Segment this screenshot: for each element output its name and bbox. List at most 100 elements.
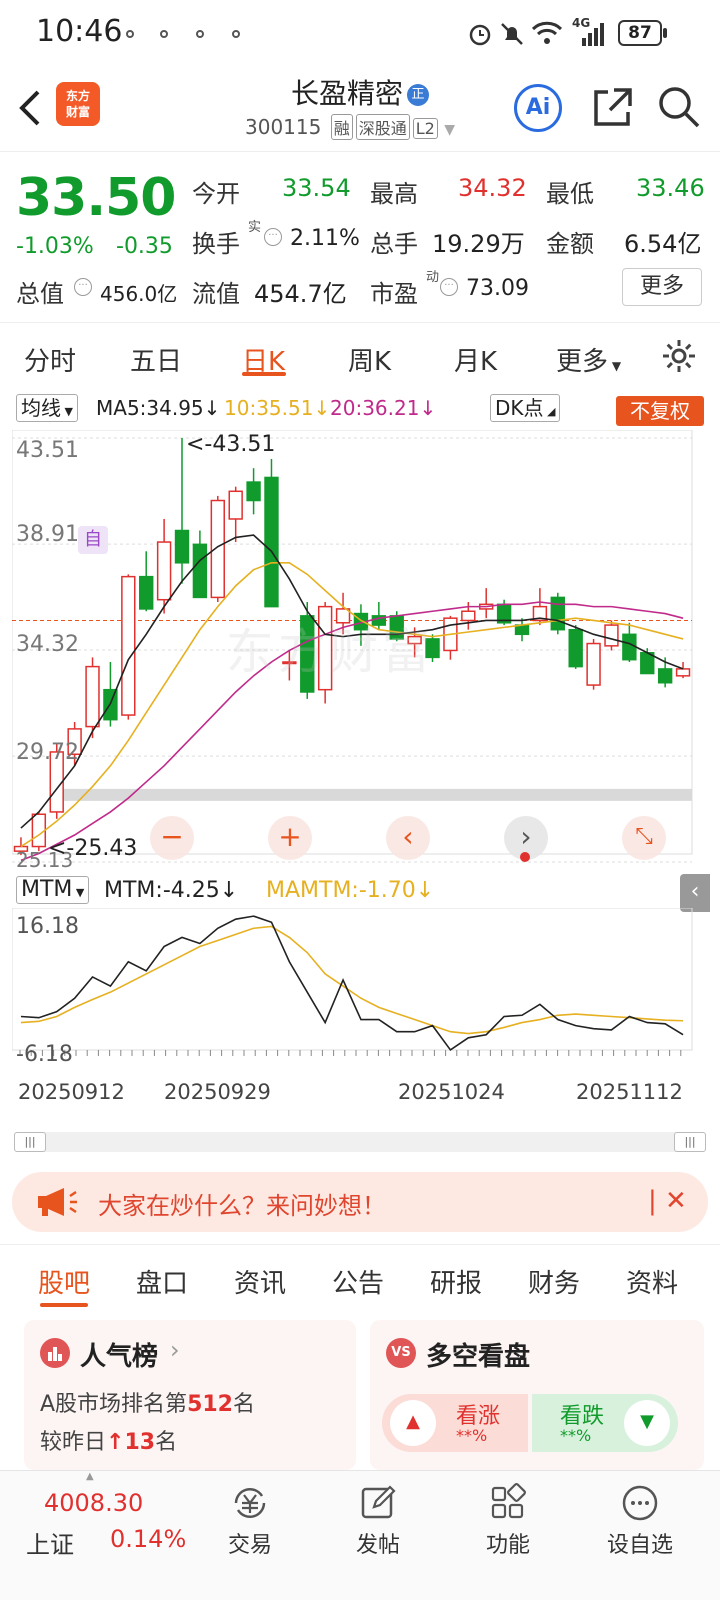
status-bar: 10:46 4G 87 [0,0,720,66]
active-tab-underline [40,1303,88,1307]
rank-change-line: 较昨日↑13名 [40,1424,177,1456]
search-icon[interactable] [656,84,702,130]
pan-left-button[interactable]: ‹ [386,816,430,860]
candle-body [461,610,476,622]
tag-connect: 深股通 [355,114,410,140]
dk-point-selector[interactable]: DK点 ◢ [490,394,561,422]
tab-guba[interactable]: 股吧 [38,1263,90,1300]
settings-gear-icon[interactable] [660,337,698,375]
date-label: 20250912 [18,1080,125,1104]
vote-down-button[interactable]: 看跌 **% ▼ [532,1394,678,1452]
caret-corner-icon: ◢ [543,405,556,418]
info-dots-icon[interactable]: ··· [440,278,458,296]
mtm-legend-row: MTM ▼ MTM:-4.25↓ MAMTM:-1.70↓ ‹ [0,874,720,912]
battery-indicator: 87 [618,20,662,46]
stock-name: 长盈精密 [290,77,403,110]
scroll-handle-right[interactable]: ||| [674,1132,706,1152]
ma20-value: 20:36.21↓ [330,396,437,420]
info-dots-icon[interactable]: ··· [264,228,282,246]
ma-selector[interactable]: 均线 ▼ [16,394,78,422]
up-arrow-icon: ↑ [106,1430,125,1455]
notification-dot-icon [160,30,168,38]
more-quote-button[interactable]: 更多 [622,268,702,306]
tab-news[interactable]: 资讯 [234,1263,286,1300]
change-amount: -0.35 [116,234,173,259]
verified-icon: 正 [407,84,429,106]
chart-tabs: 分时 五日 日K 周K 月K 更多 ▼ [0,322,720,390]
collapse-panel-icon[interactable]: ‹ [680,874,710,912]
tag-margin: 融 [330,114,353,140]
volume-value: 19.29万 [432,230,525,258]
tab-more[interactable]: 更多 ▼ [556,341,621,378]
rank-chart-icon [40,1338,70,1368]
zoom-out-button[interactable]: − [150,816,194,860]
tab-five-day[interactable]: 五日 [130,341,182,378]
vote-up-button[interactable]: ▲ 看涨 **% [382,1394,528,1452]
tab-weekly-k[interactable]: 周K [348,341,391,378]
content-tabs: 股吧 盘口 资讯 公告 研报 财务 资料 [0,1244,720,1310]
y-tick-label: 38.91 [16,522,79,547]
nav-add-watchlist-label: 设自选 [606,1533,673,1558]
mamtm-line [20,925,684,1035]
info-dots-icon[interactable]: ··· [74,278,92,296]
volume-band [56,788,692,801]
float-label: 流值 [192,280,240,308]
nav-post-label: 发帖 [355,1533,400,1558]
nav-trade[interactable]: 交易 [200,1483,300,1559]
fullscreen-icon[interactable]: ⤡ [622,816,666,860]
ma5-value: MA5:34.95↓ [96,396,221,420]
chart-scroll-track[interactable] [14,1132,706,1152]
index-change[interactable]: 0.14% [110,1525,186,1553]
tab-pankou[interactable]: 盘口 [136,1263,188,1300]
tab-research[interactable]: 研报 [430,1263,482,1300]
tab-more-label: 更多 [556,347,609,377]
nav-trade-label: 交易 [227,1533,272,1558]
caret-down-icon: ▼ [72,886,85,899]
mktcap-label: 总值 [16,280,64,308]
candle-body [228,490,243,520]
adjust-price-button[interactable]: 不复权 [616,396,704,426]
more-dots-circle-icon [622,1485,658,1521]
scroll-handle-left[interactable]: ||| [14,1132,46,1152]
nav-add-watchlist[interactable]: 设自选 [590,1483,690,1559]
tab-announcements[interactable]: 公告 [332,1263,384,1300]
grid-apps-icon [491,1483,526,1519]
tab-finance[interactable]: 财务 [528,1263,580,1300]
mute-bell-icon [501,23,523,45]
tag-level2: L2 [412,118,438,139]
tab-monthly-k[interactable]: 月K [454,341,497,378]
indicator-selector[interactable]: MTM ▼ [16,876,90,904]
candle-body [657,668,673,684]
ma-legend-row: 均线 ▼ MA5:34.95↓ 10:35.51↓ 20:36.21↓ DK点 … [0,392,720,426]
current-price: 33.50 [16,168,176,228]
vote-up-value: **% [456,1426,488,1445]
chevron-right-icon: › [170,1336,180,1364]
pe-value: 73.09 [466,276,529,301]
dropdown-triangle-icon[interactable]: ▼ [444,122,455,138]
share-icon[interactable] [590,86,634,130]
ai-assistant-icon[interactable]: Ai [514,84,562,132]
index-name[interactable]: 上证 [26,1525,74,1560]
index-value[interactable]: 4008.30 [44,1489,143,1517]
tab-profile[interactable]: 资料 [626,1263,678,1300]
caret-down-icon: ▼ [61,405,73,418]
rank-change-prefix: 较昨日 [40,1430,107,1455]
amount-value: 6.54亿 [624,230,702,258]
banner-text: 大家在炒什么？来问妙想！ [98,1192,386,1220]
bull-bear-card: VS 多空看盘 ▲ 看涨 **% 看跌 **% ▼ [370,1320,704,1470]
popularity-card[interactable]: 人气榜 › A股市场排名第512名 较昨日↑13名 [24,1320,356,1470]
mtm-line [20,915,684,1052]
tab-intraday[interactable]: 分时 [24,341,76,378]
turnover-label: 换手 [192,230,240,258]
nav-post[interactable]: 发帖 [328,1483,428,1559]
active-tab-underline [242,372,286,376]
mtm-chart[interactable] [12,908,708,1070]
candle-body [121,575,136,716]
ask-banner[interactable]: 大家在炒什么？来问妙想！ | ✕ [12,1172,708,1232]
zoom-in-button[interactable]: + [268,816,312,860]
close-icon[interactable]: | ✕ [648,1186,687,1216]
nav-functions[interactable]: 功能 [458,1483,558,1559]
triangle-down-icon: ▼ [624,1400,670,1446]
rank-suffix: 名 [233,1392,256,1417]
compose-icon [361,1485,396,1519]
